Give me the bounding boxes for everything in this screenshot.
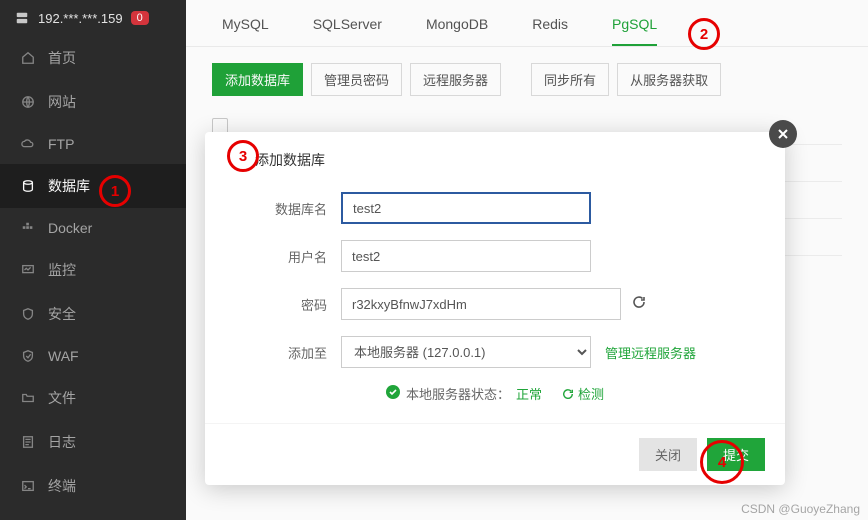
submit-button[interactable]: 提交	[707, 438, 765, 471]
status-label: 本地服务器状态：	[406, 384, 510, 403]
manage-remote-link[interactable]: 管理远程服务器	[605, 343, 696, 362]
dbname-label: 数据库名	[255, 199, 341, 218]
dbname-input[interactable]	[341, 192, 591, 224]
modal-body: 数据库名 用户名 密码 添加至 本地服务器 (127.0.0.1) 管理远程服务…	[205, 186, 785, 423]
modal-close-button[interactable]	[769, 120, 797, 148]
detect-button[interactable]: 检测	[562, 384, 604, 403]
close-button[interactable]: 关闭	[639, 438, 697, 471]
add-database-modal: 添加数据库 数据库名 用户名 密码 添加至 本地服务器 (127.0.0.1) …	[205, 132, 785, 485]
status-value: 正常	[516, 384, 542, 403]
addto-select[interactable]: 本地服务器 (127.0.0.1)	[341, 336, 591, 368]
watermark: CSDN @GuoyeZhang	[741, 502, 860, 516]
regenerate-password-button[interactable]	[631, 294, 647, 315]
modal-title: 添加数据库	[255, 150, 325, 170]
server-status-row: 本地服务器状态： 正常 检测	[255, 384, 735, 403]
check-icon	[386, 385, 400, 402]
username-label: 用户名	[255, 247, 341, 266]
modal-header: 添加数据库	[205, 132, 785, 186]
password-label: 密码	[255, 295, 341, 314]
modal-footer: 关闭 提交	[205, 423, 785, 485]
password-input[interactable]	[341, 288, 621, 320]
username-input[interactable]	[341, 240, 591, 272]
addto-label: 添加至	[255, 343, 341, 362]
